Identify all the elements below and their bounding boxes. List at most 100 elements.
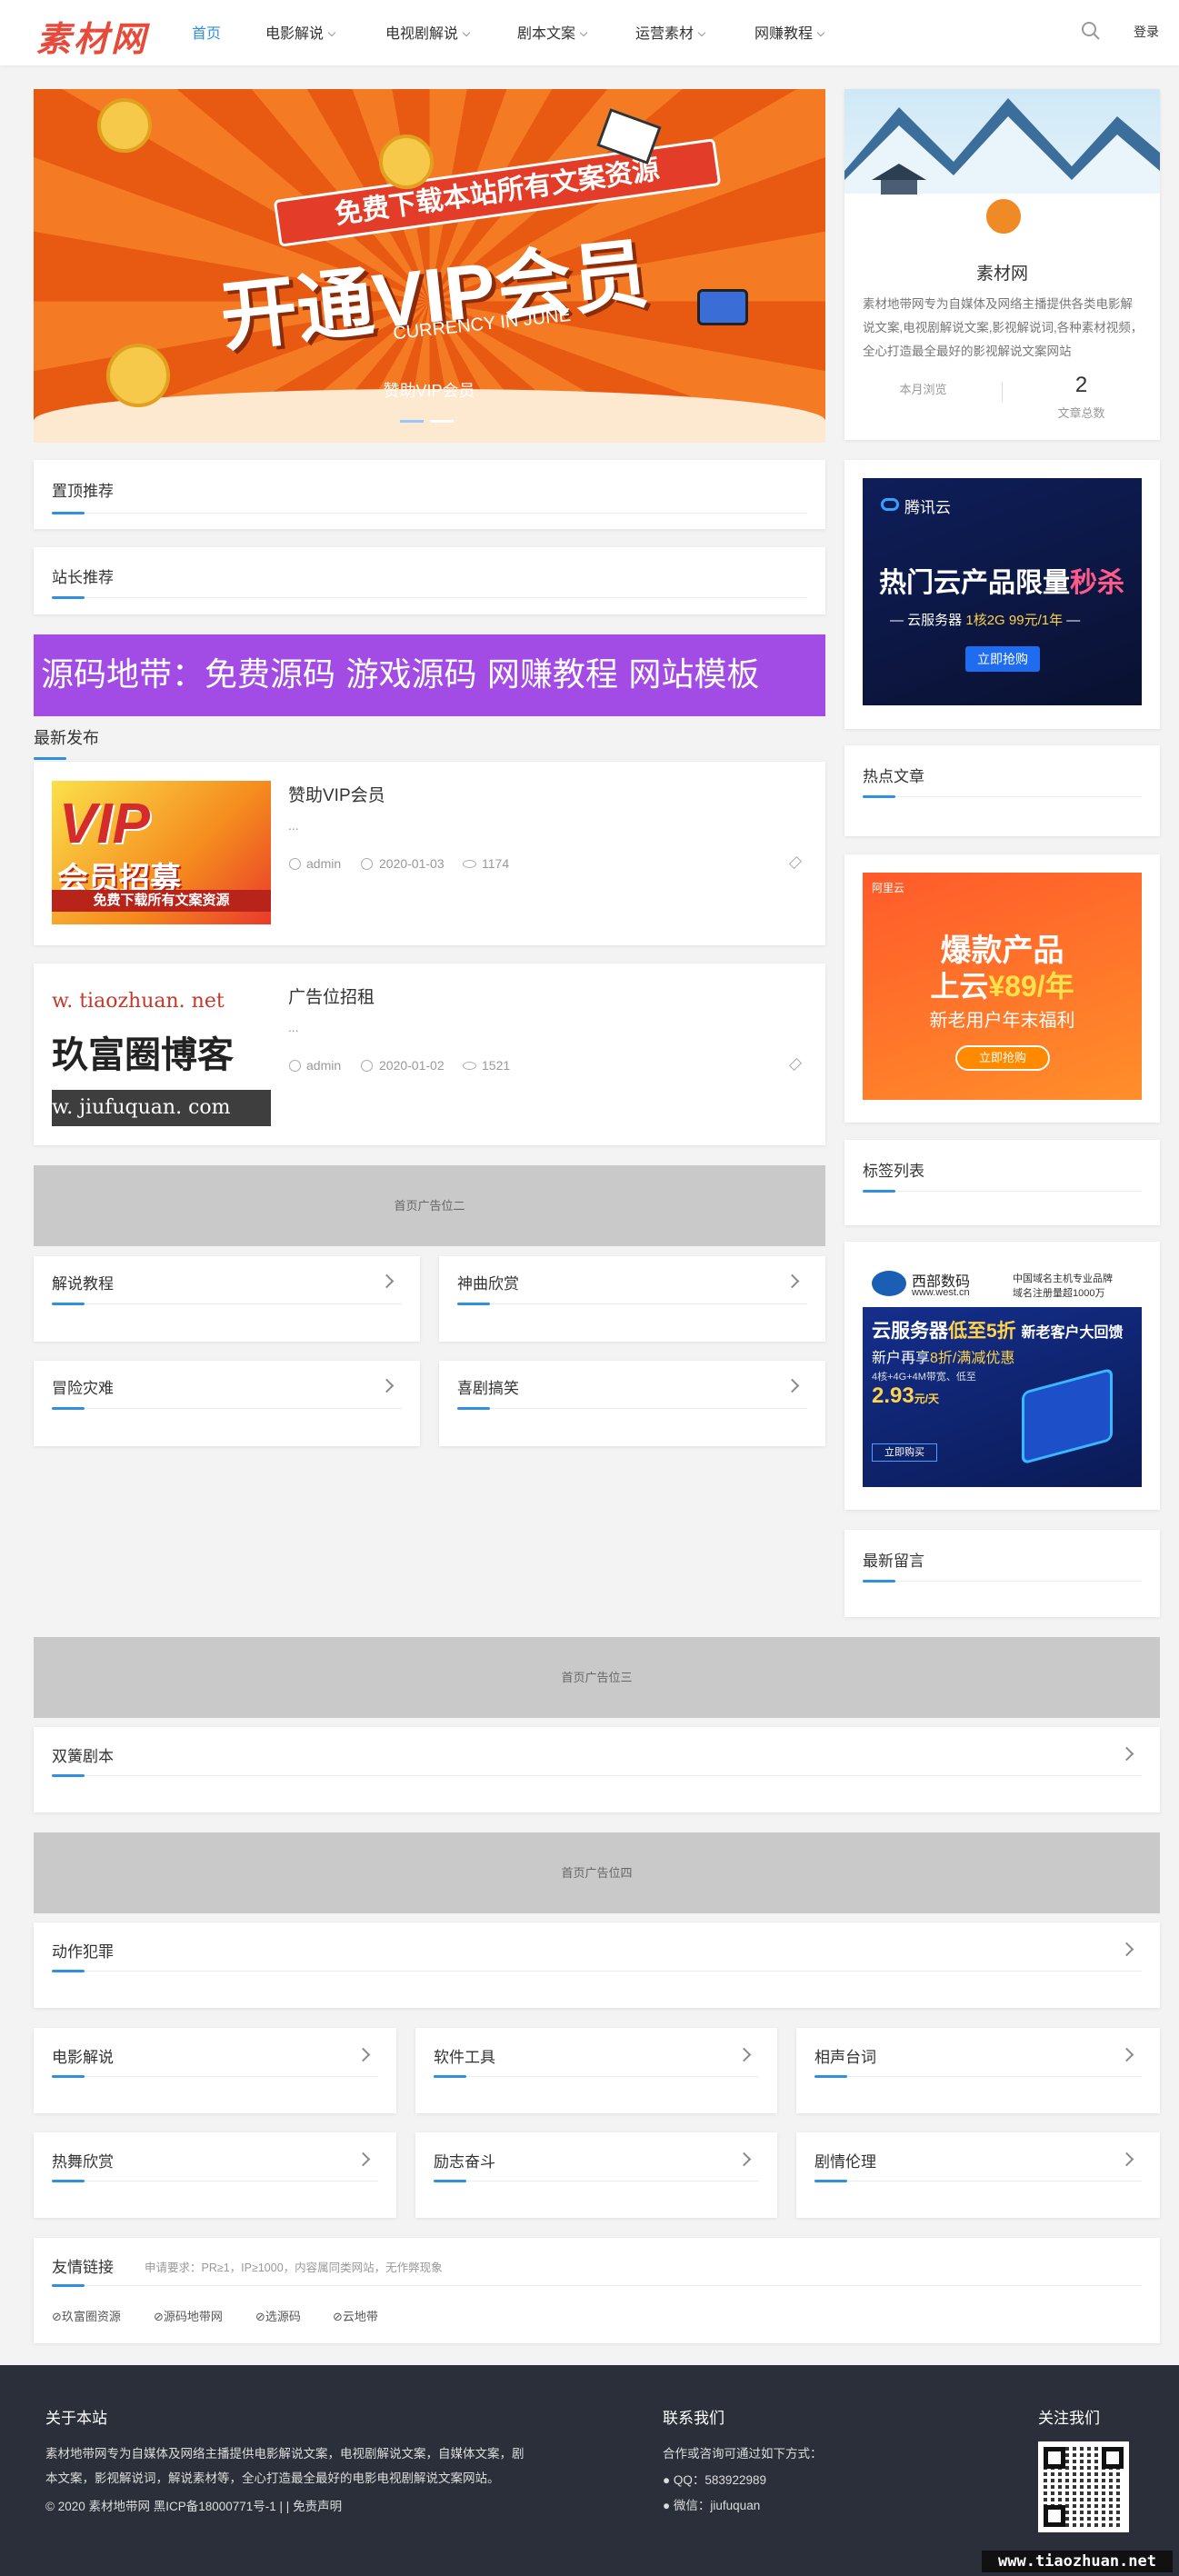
post-thumbnail[interactable]: w. tiaozhuan. net 玖富圈博客 w. jiufuquan. co… <box>52 983 271 1126</box>
home-ad-slot-3[interactable]: 首页广告位三 <box>34 1637 1160 1718</box>
category-card-wide[interactable]: 动作犯罪 <box>34 1922 1160 2008</box>
tags-widget: 标签列表 <box>844 1140 1160 1225</box>
coin-icon <box>97 98 152 153</box>
category-card[interactable]: 剧情伦理 <box>796 2132 1160 2218</box>
post-author[interactable]: admin <box>306 856 341 871</box>
post-date: 2020-01-03 <box>379 856 445 871</box>
category-title[interactable]: 热舞欣赏 <box>52 2149 114 2172</box>
title-underline <box>863 1190 895 1193</box>
category-title[interactable]: 励志奋斗 <box>434 2149 495 2172</box>
nav-earning-tutorials[interactable]: 网赚教程 <box>754 21 825 43</box>
section-admin-pick: 站长推荐 <box>34 547 825 614</box>
category-title[interactable]: 剧情伦理 <box>814 2149 876 2172</box>
post-thumbnail[interactable]: VIP 会员招募 免费下载所有文案资源 <box>52 781 271 924</box>
post-card[interactable]: w. tiaozhuan. net 玖富圈博客 w. jiufuquan. co… <box>34 964 825 1145</box>
footer-about-title: 关于本站 <box>45 2410 107 2427</box>
tag-icon[interactable] <box>788 855 803 870</box>
title-underline <box>52 1774 85 1777</box>
category-card[interactable]: 解说教程 <box>34 1256 420 1342</box>
category-card[interactable]: 神曲欣赏 <box>439 1256 825 1342</box>
carousel-dot-1[interactable] <box>400 420 424 423</box>
chevron-right-icon[interactable] <box>379 1378 395 1393</box>
footer-qq[interactable]: ● QQ：583922989 <box>663 2468 766 2492</box>
nav-scripts[interactable]: 剧本文案 <box>517 21 588 43</box>
chevron-right-icon[interactable] <box>379 1273 395 1289</box>
site-logo[interactable]: 素材网 <box>36 11 148 61</box>
post-author[interactable]: admin <box>306 1058 341 1073</box>
nav-movie-commentary[interactable]: 电影解说 <box>265 21 336 43</box>
nav-tv-commentary[interactable]: 电视剧解说 <box>385 21 471 43</box>
tag-icon[interactable] <box>788 1057 803 1072</box>
divider <box>863 1581 1142 1582</box>
login-link[interactable]: 登录 <box>1134 23 1159 41</box>
footer-copyright[interactable]: © 2020 素材地带网 黑ICP备18000771号-1 | | 免责声明 <box>45 2494 342 2519</box>
category-title[interactable]: 喜剧搞笑 <box>457 1375 519 1398</box>
search-icon[interactable] <box>1080 20 1102 42</box>
friend-link[interactable]: ⊘源码地带网 <box>154 2307 223 2324</box>
title-underline <box>457 1407 490 1410</box>
category-title[interactable]: 相声台词 <box>814 2044 876 2067</box>
title-underline <box>457 1303 490 1305</box>
category-title[interactable]: 神曲欣赏 <box>457 1271 519 1293</box>
post-title[interactable]: 赞助VIP会员 <box>288 782 385 806</box>
chevron-right-icon[interactable] <box>736 2152 752 2167</box>
category-title[interactable]: 解说教程 <box>52 1271 114 1293</box>
chevron-down-icon <box>462 28 471 37</box>
category-card-wide[interactable]: 双簧剧本 <box>34 1727 1160 1812</box>
chevron-right-icon[interactable] <box>1119 1942 1134 1957</box>
west-cloud-ad[interactable]: 西部数码 www.west.cn 中国域名主机专业品牌 域名注册量超1000万 … <box>863 1260 1142 1487</box>
footer-contact-intro: 合作或咨询可通过如下方式： <box>663 2447 823 2461</box>
chevron-right-icon[interactable] <box>1119 1746 1134 1762</box>
west-buy-button[interactable]: 立即购买 <box>872 1443 937 1462</box>
thumb-bar-text: 免费下载所有文案资源 <box>52 890 271 912</box>
coin-icon <box>379 135 434 189</box>
chevron-right-icon[interactable] <box>355 2152 371 2167</box>
category-title[interactable]: 双簧剧本 <box>52 1743 114 1766</box>
thumb-line-1: w. tiaozhuan. net <box>52 983 271 1021</box>
nav-home[interactable]: 首页 <box>192 21 221 43</box>
category-title[interactable]: 电影解说 <box>52 2044 114 2067</box>
category-card[interactable]: 软件工具 <box>415 2028 777 2113</box>
avatar[interactable] <box>984 196 1024 236</box>
post-card[interactable]: VIP 会员招募 免费下载所有文案资源 赞助VIP会员 ... admin 20… <box>34 762 825 945</box>
friend-link[interactable]: ⊘选源码 <box>255 2307 301 2324</box>
source-code-banner-ad[interactable]: 源码地带：免费源码 游戏源码 网赚教程 网站模板 <box>34 634 825 716</box>
site-footer: 关于本站 素材地带网专为自媒体及网络主播提供电影解说文案，电视剧解说文案，自媒体… <box>0 2365 1179 2576</box>
post-title[interactable]: 广告位招租 <box>288 983 375 1008</box>
category-card[interactable]: 冒险灾难 <box>34 1361 420 1446</box>
divider <box>52 2181 378 2182</box>
nav-ops-materials[interactable]: 运营素材 <box>635 21 706 43</box>
stat-post-count: 2 <box>1074 373 1088 397</box>
tencent-buy-button[interactable]: 立即抢购 <box>965 646 1040 672</box>
category-card[interactable]: 励志奋斗 <box>415 2132 777 2218</box>
title-underline <box>52 2075 85 2078</box>
tencent-cloud-ad[interactable]: 腾讯云 热门云产品限量秒杀 — 云服务器 1核2G 99元/1年 — 立即抢购 <box>863 478 1142 705</box>
friend-links-card: 友情链接 申请要求：PR≥1，IP≥1000，内容属同类网站，无作弊现象 <box>34 2238 1160 2343</box>
profile-description: 素材地带网专为自媒体及网络主播提供各类电影解说文案,电视剧解说文案,影视解说词,… <box>863 297 1144 358</box>
divider <box>814 2181 1142 2182</box>
chevron-right-icon[interactable] <box>784 1273 800 1289</box>
site-header: 素材网 首页 电影解说 电视剧解说 剧本文案 运营素材 网赚教程 登录 <box>0 0 1179 65</box>
hero-carousel[interactable]: 免费下载本站所有文案资源 开通VIP会员 CURRENCY IN JUNE 赞助… <box>34 89 825 443</box>
category-title[interactable]: 动作犯罪 <box>52 1939 114 1962</box>
chevron-right-icon[interactable] <box>736 2047 752 2062</box>
carousel-dot-2[interactable] <box>430 420 454 423</box>
aliyun-buy-button[interactable]: 立即抢购 <box>955 1045 1050 1071</box>
category-card[interactable]: 电影解说 <box>34 2028 396 2113</box>
aliyun-ad[interactable]: 阿里云 爆款产品 上云¥89/年 新老用户年末福利 立即抢购 <box>863 873 1142 1100</box>
home-ad-slot-2[interactable]: 首页广告位二 <box>34 1165 825 1246</box>
category-card[interactable]: 喜剧搞笑 <box>439 1361 825 1446</box>
friend-link[interactable]: ⊘云地带 <box>333 2307 378 2324</box>
chevron-right-icon[interactable] <box>355 2047 371 2062</box>
chevron-right-icon[interactable] <box>784 1378 800 1393</box>
footer-wechat[interactable]: ● 微信：jiufuquan <box>663 2493 760 2518</box>
home-ad-slot-4[interactable]: 首页广告位四 <box>34 1832 1160 1913</box>
category-title[interactable]: 冒险灾难 <box>52 1375 114 1398</box>
divider <box>52 1775 1142 1776</box>
chevron-right-icon[interactable] <box>1119 2152 1134 2167</box>
category-card[interactable]: 相声台词 <box>796 2028 1160 2113</box>
category-card[interactable]: 热舞欣赏 <box>34 2132 396 2218</box>
chevron-right-icon[interactable] <box>1119 2047 1134 2062</box>
category-title[interactable]: 软件工具 <box>434 2044 495 2067</box>
friend-link[interactable]: ⊘玖富圈资源 <box>52 2307 121 2324</box>
